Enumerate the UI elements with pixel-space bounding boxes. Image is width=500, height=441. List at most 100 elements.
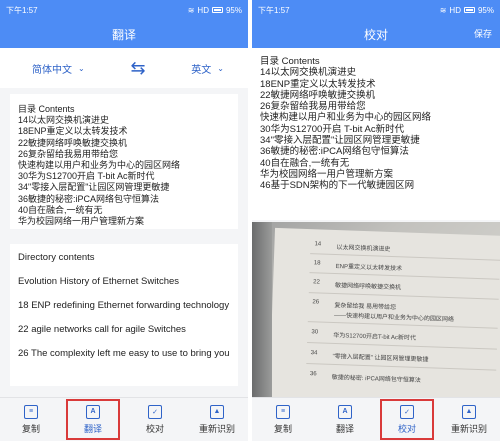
- source-line: 34"零接入层配置"让园区网管理更敏捷: [18, 182, 170, 193]
- wifi-icon: ≋: [187, 5, 195, 15]
- ocr-line: 26复杂留给我易用带给您: [260, 101, 366, 113]
- battery-icon: [211, 7, 223, 13]
- translation-line: 22 agile networks call for agile Switche…: [18, 324, 186, 335]
- source-line: 40自在融合,一统有无: [18, 204, 103, 215]
- source-language-select[interactable]: 简体中文 ⌄: [32, 61, 85, 76]
- photo-shadow: [252, 222, 272, 400]
- battery-icon: [463, 7, 475, 13]
- tab-copy[interactable]: ≡ 复制: [0, 398, 62, 441]
- battery-label: 95%: [225, 5, 242, 15]
- network-label: HD: [449, 5, 461, 15]
- ocr-line: 36敏捷的秘密:iPCA网络包守恒算法: [260, 146, 409, 158]
- ocr-line: 18ENP重定义以太转发技术: [260, 78, 376, 90]
- photo-item-number: 30: [311, 329, 319, 336]
- bottom-tab-bar: ≡ 复制 A 翻译 ✓ 校对 ▲ 重新识别: [252, 397, 500, 441]
- copy-icon: ≡: [276, 404, 290, 419]
- source-line: 30华为S12700开启 T-bit Ac新时代: [18, 171, 155, 182]
- image-icon: ▲: [462, 404, 476, 419]
- image-icon: ▲: [210, 404, 224, 419]
- save-button[interactable]: 保存: [474, 20, 492, 48]
- title-bar: 翻译: [0, 20, 248, 48]
- tab-label: 校对: [397, 423, 416, 434]
- target-language-label: 英文: [191, 64, 212, 76]
- tab-label: 翻译: [335, 423, 354, 434]
- tab-proofread[interactable]: ✓ 校对: [376, 398, 438, 441]
- photo-item-text: ENP重定义以太转发技术: [335, 264, 403, 273]
- bottom-tab-bar: ≡ 复制 A 翻译 ✓ 校对 ▲ 重新识别: [0, 397, 248, 441]
- photo-item-number: 14: [314, 241, 322, 248]
- ocr-text-editor[interactable]: 目录 Contents 14以太网交换机演进史 18ENP重定义以太转发技术 2…: [252, 48, 500, 220]
- photo-item-number: 34: [310, 350, 318, 357]
- status-time: 下午1:57: [6, 5, 38, 15]
- battery-label: 95%: [477, 5, 494, 15]
- translate-icon: A: [86, 404, 100, 419]
- photo-item-text: 以太网交换机演进史: [336, 245, 391, 253]
- source-text-panel[interactable]: 目录 Contents 14以太网交换机演进史 18ENP重定义以太转发技术 2…: [10, 94, 238, 229]
- ocr-line: 22敏捷网络呼唤敏捷交换机: [260, 89, 376, 101]
- translation-line: Directory contents: [18, 252, 95, 263]
- divider: [310, 253, 500, 261]
- translate-screen: 下午1:57 ≋ HD 95% 翻译 简体中文 ⌄ ⇆ 英文 ⌄ 目录 Cont…: [0, 0, 248, 441]
- source-line: 14以太网交换机演进史: [18, 115, 110, 126]
- photo-item-number: 26: [312, 299, 320, 306]
- source-line: 26复杂留给我易用带给您: [18, 148, 119, 159]
- translate-icon: A: [338, 404, 352, 419]
- title-bar: 校对 保存: [252, 20, 500, 48]
- translation-line: 18 ENP redefining Ethernet forwarding te…: [18, 300, 230, 311]
- swap-languages-icon[interactable]: ⇆: [130, 58, 145, 79]
- photo-item-text: 华为S12700开启T-bit Ac新时代: [333, 332, 417, 342]
- source-line: 22敏捷网络呼唤敏捷交换机: [18, 137, 128, 148]
- copy-icon: ≡: [24, 404, 38, 419]
- check-icon: ✓: [148, 404, 162, 419]
- source-language-label: 简体中文: [32, 64, 72, 76]
- check-icon: ✓: [400, 404, 414, 419]
- photo-item-text: ——快速构建以用户和业务为中心的园区网络: [333, 312, 455, 324]
- tab-translate[interactable]: A 翻译: [314, 398, 376, 441]
- source-line: 快速构建以用户和业务为中心的园区网络: [18, 160, 181, 171]
- ocr-line: 14以太网交换机演进史: [260, 67, 357, 79]
- tab-translate[interactable]: A 翻译: [62, 398, 124, 441]
- tab-label: 复制: [273, 423, 292, 434]
- status-bar: 下午1:57 ≋ HD 95%: [252, 0, 500, 20]
- photo-page: 14 以太网交换机演进史 18 ENP重定义以太转发技术 22 敏捷网络呼唤敏捷…: [269, 227, 500, 400]
- photo-item-text: 敏捷网络呼唤敏捷交换机: [334, 282, 402, 292]
- network-label: HD: [197, 5, 209, 15]
- tab-rerecognize[interactable]: ▲ 重新识别: [438, 398, 500, 441]
- wifi-icon: ≋: [439, 5, 447, 15]
- source-line: 36敏捷的秘密:iPCA网络包守恒算法: [18, 193, 160, 204]
- photo-item-text: 敏捷的秘密: iPCA网络包守恒算法: [331, 374, 421, 385]
- source-line: 华为校园网络一用户管理新方案: [18, 216, 145, 227]
- tab-label: 复制: [21, 423, 40, 434]
- chevron-down-icon: ⌄: [78, 63, 85, 73]
- translation-panel[interactable]: Directory contents Evolution History of …: [10, 244, 238, 386]
- photo-item-number: 18: [313, 260, 321, 267]
- photo-item-text: "零接入层配置" 让园区网管理更敏捷: [332, 353, 429, 364]
- ocr-line: 目录 Contents: [260, 56, 320, 67]
- source-line: 目录 Contents: [18, 104, 75, 114]
- status-bar: 下午1:57 ≋ HD 95%: [0, 0, 248, 20]
- tab-copy[interactable]: ≡ 复制: [252, 398, 314, 441]
- target-language-select[interactable]: 英文 ⌄: [191, 61, 224, 76]
- tab-label: 翻译: [83, 423, 102, 434]
- translation-line: Evolution History of Ethernet Switches: [18, 276, 180, 287]
- divider: [308, 292, 499, 300]
- photo-item-number: 22: [313, 279, 320, 286]
- tab-proofread[interactable]: ✓ 校对: [124, 398, 186, 441]
- divider: [307, 342, 497, 350]
- ocr-line: 40自在融合,一统有无: [260, 157, 350, 169]
- photo-item-number: 36: [309, 371, 317, 378]
- divider: [309, 272, 500, 280]
- tab-rerecognize[interactable]: ▲ 重新识别: [186, 398, 248, 441]
- page-title: 翻译: [111, 27, 136, 42]
- ocr-line: 30华为S12700开启 T-bit Ac新时代: [260, 123, 405, 135]
- status-time: 下午1:57: [258, 5, 290, 15]
- page-title: 校对: [363, 27, 388, 42]
- ocr-line: 华为校园网络一用户管理新方案: [260, 168, 394, 180]
- divider: [307, 321, 498, 329]
- tab-label: 重新识别: [450, 423, 487, 434]
- ocr-line: 46基于SDN架构的下一代敏捷园区网: [260, 180, 415, 192]
- proofread-screen: 下午1:57 ≋ HD 95% 校对 保存 目录 Contents 14以太网交…: [252, 0, 500, 441]
- tab-label: 校对: [145, 423, 164, 434]
- scanned-photo: 14 以太网交换机演进史 18 ENP重定义以太转发技术 22 敏捷网络呼唤敏捷…: [252, 222, 500, 400]
- translation-line: 26 The complexity left me easy to use to…: [18, 348, 230, 359]
